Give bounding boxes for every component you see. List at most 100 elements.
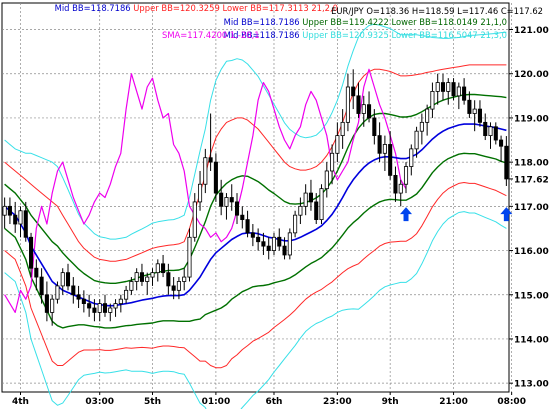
legend-entry: Upper BB=120.9325 <box>300 30 389 40</box>
candle-body <box>97 303 102 313</box>
candle-body <box>203 157 208 185</box>
candle-body <box>345 86 350 123</box>
candle-body <box>403 166 409 185</box>
y-tick-label: 116.00 <box>514 247 549 257</box>
candle-body <box>50 298 55 313</box>
legend-row-4: Mid BB=118.7186 Upper BB=120.9325 Lower … <box>224 30 507 40</box>
x-tick-label: 01:00 <box>202 397 231 407</box>
legend-entry: 21,3,0 <box>478 30 507 40</box>
candle-body <box>499 139 504 147</box>
legend-entry: SMA=117.4200 <box>162 30 227 40</box>
y-tick-label: 119.00 <box>514 114 549 124</box>
candle-body <box>81 298 86 304</box>
candle-body <box>229 197 234 203</box>
candle-body <box>213 161 218 194</box>
candle-body <box>409 148 414 167</box>
legend-entry: Lower BB=117.3113 <box>220 3 309 13</box>
candle-body <box>440 82 446 92</box>
candle-body <box>155 263 160 274</box>
candle-body <box>377 135 382 154</box>
y-tick-label: 118.00 <box>514 159 549 169</box>
candle-body <box>340 121 345 137</box>
candle-body <box>356 95 361 114</box>
candle-body <box>271 236 277 251</box>
candle-body <box>504 145 509 180</box>
candle-body <box>44 294 49 313</box>
candle-body <box>71 285 76 296</box>
legend-entry: 21,1,0 <box>478 17 507 27</box>
candle-body <box>430 91 435 110</box>
candle-body <box>298 205 303 216</box>
candle-body <box>139 272 144 282</box>
plot-area <box>1 2 510 393</box>
candle-body <box>166 272 171 287</box>
candle-body <box>472 108 477 114</box>
candle-body <box>256 236 261 243</box>
candle-body <box>335 135 340 154</box>
legend-row-1: Mid BB=118.7186 Upper BB=120.3259 Lower … <box>55 3 338 13</box>
candle-body <box>55 285 60 300</box>
candle-body <box>18 210 23 225</box>
candle-body <box>145 276 150 282</box>
candle-body <box>435 82 440 92</box>
x-tick-label: 6th <box>265 397 282 407</box>
legend-entry: Upper BB=120.3259 <box>131 3 220 13</box>
candle-body <box>446 82 451 92</box>
y-tick-label: 121.00 <box>514 26 549 36</box>
candle-body <box>60 272 65 287</box>
candle-body <box>234 201 240 216</box>
candle-body <box>65 272 71 287</box>
candle-body <box>462 86 467 101</box>
x-tick-label: 08:00 <box>497 397 526 407</box>
candle-body <box>23 210 28 238</box>
candle-body <box>483 121 488 137</box>
x-tick-label: 5th <box>144 397 161 407</box>
candle-body <box>187 236 192 278</box>
candle-body <box>351 86 356 97</box>
y-tick-label: 117.00 <box>514 203 549 213</box>
y-tick-label: 114.00 <box>514 335 549 345</box>
candle-body <box>224 197 229 207</box>
candle-body <box>208 157 213 163</box>
legend-row-3: Mid BB=118.7186 Upper BB=119.4222 Lower … <box>224 17 507 27</box>
y-tick-label: 113.00 <box>514 380 549 390</box>
chart-canvas: 113.00 114.00 115.00 116.00 117.00 118.00 119.… <box>1 2 549 409</box>
candle-body <box>393 174 398 194</box>
candle-body <box>124 289 129 300</box>
candle-body <box>134 272 139 282</box>
legend-entry: Upper BB=119.4222 <box>300 17 389 27</box>
candle-body <box>266 245 271 251</box>
x-tick-label: 21:00 <box>439 397 468 407</box>
candle-body <box>7 205 12 216</box>
candle-body <box>182 276 187 282</box>
candle-body <box>367 104 372 119</box>
legend-entry: Lower BB=118.0149 <box>389 17 478 27</box>
candle-body <box>129 281 134 291</box>
candle-body <box>330 152 335 172</box>
candle-body <box>261 241 266 247</box>
x-tick-label: 4th <box>12 397 29 407</box>
candle-body <box>488 126 493 137</box>
y-tick-label: 115.00 <box>514 291 549 301</box>
legend-row-sma: SMA=117.4200 1,-20,1 <box>162 30 260 40</box>
candle-body <box>29 236 34 269</box>
candle-body <box>192 201 197 238</box>
candle-body <box>293 214 298 234</box>
legend-entry: 1,-20,1 <box>227 30 259 40</box>
ohlc-label: EUR/JPY O=118.36 H=118.59 L=117.46 C=117… <box>331 6 543 16</box>
candle-body <box>118 298 123 304</box>
last-price-label: 117.62 <box>514 175 549 185</box>
candle-body <box>361 104 366 114</box>
candle-body <box>287 232 292 256</box>
x-tick-label: 23:00 <box>323 397 352 407</box>
candle-body <box>414 130 419 150</box>
candle-body <box>456 86 461 97</box>
candle-body <box>108 307 113 313</box>
legend-entry: Mid BB=118.7186 <box>224 17 300 27</box>
candle-body <box>2 205 7 216</box>
y-tick-label: 120.00 <box>514 70 549 80</box>
candle-body <box>282 245 287 256</box>
candle-body <box>92 307 97 313</box>
legend-entry: Lower BB=116.5047 <box>389 30 478 40</box>
candle-body <box>493 126 498 141</box>
